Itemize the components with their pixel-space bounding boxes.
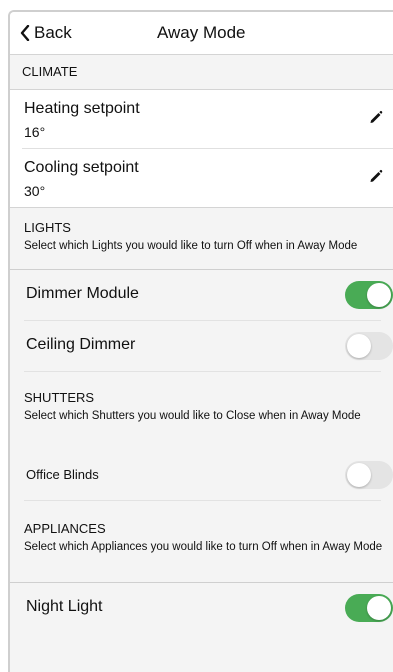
dimmer-module-label: Dimmer Module — [26, 285, 139, 302]
navigation-bar: Back Away Mode — [10, 12, 393, 55]
climate-card: Heating setpoint 16° Cooling setpoint 30… — [10, 90, 393, 208]
appliances-section-header: APPLIANCES Select which Appliances you w… — [10, 501, 393, 583]
shutters-section-title: SHUTTERS — [24, 390, 95, 405]
cooling-setpoint-label: Cooling setpoint — [24, 159, 139, 176]
list-item: Office Blinds — [24, 450, 393, 501]
climate-section-header: CLIMATE — [10, 55, 393, 90]
appliances-section-title: APPLIANCES — [24, 521, 106, 536]
toggle-knob — [347, 463, 371, 487]
dimmer-module-toggle[interactable] — [345, 281, 393, 309]
cooling-setpoint-value: 30° — [24, 183, 46, 199]
list-item: Dimmer Module — [24, 270, 393, 321]
page-title: Away Mode — [157, 23, 246, 42]
pencil-icon[interactable] — [369, 110, 383, 124]
heating-setpoint-value: 16° — [24, 124, 46, 140]
toggle-knob — [367, 283, 391, 307]
shutters-section-description: Select which Shutters you would like to … — [24, 410, 361, 422]
night-light-toggle[interactable] — [345, 594, 393, 622]
ceiling-dimmer-label: Ceiling Dimmer — [26, 336, 136, 353]
list-item: Ceiling Dimmer — [24, 321, 393, 372]
ceiling-dimmer-toggle[interactable] — [345, 332, 393, 360]
cooling-setpoint-row[interactable]: Cooling setpoint 30° — [10, 149, 393, 208]
lights-section-title: LIGHTS — [24, 220, 71, 235]
appliances-section-description: Select which Appliances you would like t… — [24, 541, 383, 553]
shutters-section-header: SHUTTERS Select which Shutters you would… — [10, 372, 393, 450]
office-blinds-toggle[interactable] — [345, 461, 393, 489]
list-item: Night Light — [24, 583, 393, 633]
lights-list: Dimmer Module Ceiling Dimmer — [10, 270, 393, 372]
back-button[interactable]: Back — [20, 21, 72, 45]
heating-setpoint-label: Heating setpoint — [24, 100, 140, 117]
toggle-knob — [367, 596, 391, 620]
lights-section-header: LIGHTS Select which Lights you would lik… — [10, 208, 393, 270]
office-blinds-label: Office Blinds — [26, 467, 99, 482]
away-mode-screen: Back Away Mode CLIMATE Heating setpoint … — [8, 10, 393, 672]
lights-section-description: Select which Lights you would like to tu… — [24, 240, 358, 252]
pencil-icon[interactable] — [369, 169, 383, 183]
chevron-left-icon — [20, 25, 30, 41]
back-label: Back — [34, 23, 72, 42]
toggle-knob — [347, 334, 371, 358]
night-light-label: Night Light — [26, 598, 103, 615]
heating-setpoint-row[interactable]: Heating setpoint 16° — [22, 90, 393, 149]
